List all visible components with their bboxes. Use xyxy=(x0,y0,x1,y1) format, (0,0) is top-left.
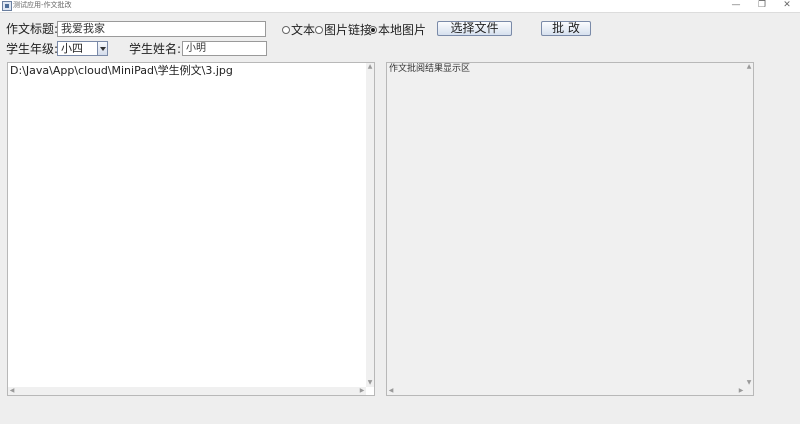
grade-button[interactable]: 批 改 xyxy=(541,21,591,36)
scroll-up-icon[interactable]: ▲ xyxy=(745,63,753,71)
window-title: 测试应用-作文批改 xyxy=(13,1,72,9)
essay-title-label: 作文标题: xyxy=(6,22,59,36)
app-icon xyxy=(2,1,12,11)
radio-local-image-label: 本地图片 xyxy=(378,23,427,37)
minimize-icon[interactable]: — xyxy=(729,0,743,11)
student-name-label: 学生姓名: xyxy=(129,42,182,56)
choose-file-button[interactable]: 选择文件 xyxy=(437,21,512,36)
input-vertical-scrollbar[interactable]: ▲ ▼ xyxy=(366,63,374,387)
scroll-right-icon[interactable]: ▶ xyxy=(358,387,366,395)
radio-text-dot[interactable] xyxy=(282,26,290,34)
radio-image-link-label: 图片链接 xyxy=(324,23,373,37)
window-titlebar: 测试应用-作文批改 — ❐ ✕ xyxy=(0,0,800,13)
scroll-up-icon[interactable]: ▲ xyxy=(366,63,374,71)
grade-select-value: 小四 xyxy=(61,42,83,55)
radio-text-label: 文本 xyxy=(291,23,316,37)
essay-title-input[interactable]: 我爱我家 xyxy=(57,21,266,37)
scroll-left-icon[interactable]: ◀ xyxy=(387,387,395,395)
scroll-down-icon[interactable]: ▼ xyxy=(366,379,374,387)
input-horizontal-scrollbar[interactable]: ◀ ▶ xyxy=(8,387,366,395)
close-icon[interactable]: ✕ xyxy=(780,0,794,11)
essay-input-area[interactable]: D:\Java\App\cloud\MiniPad\学生例文\3.jpg ▲ ▼… xyxy=(7,62,375,396)
result-horizontal-scrollbar[interactable]: ◀ ▶ xyxy=(387,387,745,395)
grade-select[interactable]: 小四 xyxy=(57,41,108,56)
grade-label: 学生年级: xyxy=(6,42,59,56)
result-vertical-scrollbar[interactable]: ▲ ▼ xyxy=(745,63,753,387)
scroll-left-icon[interactable]: ◀ xyxy=(8,387,16,395)
scroll-right-icon[interactable]: ▶ xyxy=(737,387,745,395)
file-path-text: D:\Java\App\cloud\MiniPad\学生例文\3.jpg xyxy=(10,64,233,77)
chevron-down-icon[interactable] xyxy=(97,42,107,55)
scroll-down-icon[interactable]: ▼ xyxy=(745,379,753,387)
maximize-icon[interactable]: ❐ xyxy=(755,0,769,11)
student-name-input[interactable]: 小明 xyxy=(182,41,267,56)
result-placeholder-text: 作文批阅结果显示区 xyxy=(389,64,471,74)
radio-local-image-dot[interactable] xyxy=(369,26,377,34)
radio-image-link-dot[interactable] xyxy=(315,26,323,34)
result-display-area[interactable]: 作文批阅结果显示区 ▲ ▼ ◀ ▶ xyxy=(386,62,754,396)
